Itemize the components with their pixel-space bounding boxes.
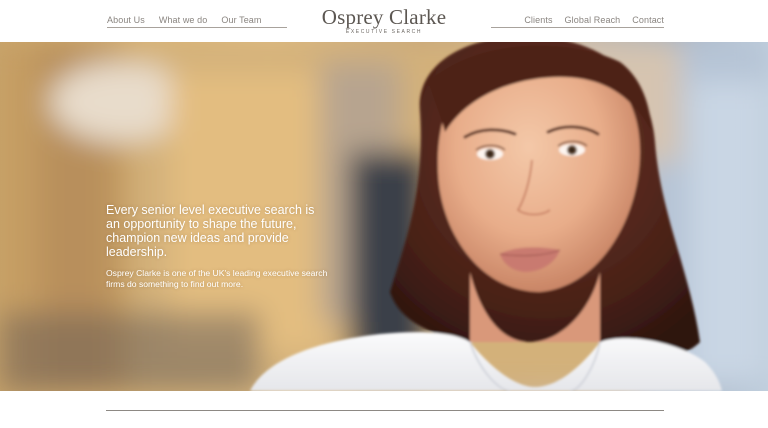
site-footer: [0, 391, 768, 428]
primary-nav-right: Clients Global Reach Contact: [491, 12, 664, 28]
hero-banner: Every senior level executive search is a…: [0, 42, 768, 391]
hero-copy: Every senior level executive search is a…: [106, 203, 331, 290]
primary-nav-left: About Us What we do Our Team: [107, 12, 287, 28]
nav-divider-left: [107, 27, 287, 28]
logo-name: Osprey Clarke: [321, 5, 447, 29]
nav-link-clients[interactable]: Clients: [524, 15, 552, 25]
nav-link-what-we-do[interactable]: What we do: [159, 15, 208, 25]
nav-divider-right: [491, 27, 664, 28]
nav-link-global-reach[interactable]: Global Reach: [565, 15, 621, 25]
nav-link-contact[interactable]: Contact: [632, 15, 664, 25]
footer-divider: [106, 410, 664, 411]
logo-tagline: EXECUTIVE SEARCH: [345, 29, 423, 35]
nav-link-about-us[interactable]: About Us: [107, 15, 145, 25]
site-logo[interactable]: Osprey Clarke EXECUTIVE SEARCH: [300, 6, 468, 35]
nav-link-our-team[interactable]: Our Team: [221, 15, 261, 25]
page: About Us What we do Our Team Osprey Clar…: [0, 0, 768, 428]
hero-subtext: Osprey Clarke is one of the UK's leading…: [106, 268, 328, 289]
hero-headline: Every senior level executive search is a…: [106, 203, 315, 259]
site-header: About Us What we do Our Team Osprey Clar…: [0, 0, 768, 42]
